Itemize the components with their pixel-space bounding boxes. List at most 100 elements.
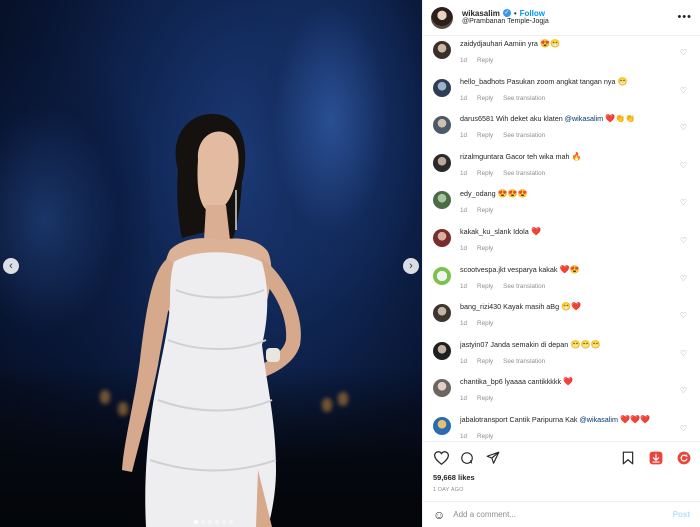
carousel-dot[interactable] (201, 520, 205, 524)
reply-button[interactable]: Reply (477, 320, 493, 327)
reply-button[interactable]: Reply (477, 433, 493, 440)
commenter-username[interactable]: scootvespa.jkt (460, 265, 506, 274)
commenter-avatar[interactable] (433, 191, 451, 210)
reply-button[interactable]: Reply (477, 283, 493, 290)
comment-time[interactable]: 1d (460, 358, 467, 365)
commenter-avatar[interactable] (433, 229, 451, 247)
commenter-avatar[interactable] (433, 417, 451, 435)
post-time[interactable]: 1 DAY AGO (423, 485, 700, 501)
post-photo[interactable]: ‹ › (0, 0, 422, 527)
post-comment-button[interactable]: Post (673, 510, 690, 519)
comment-time[interactable]: 1d (460, 57, 467, 64)
carousel-dot[interactable] (194, 520, 198, 524)
commenter-avatar[interactable] (433, 379, 451, 398)
comment-body: hello_badhots Pasukan zoom angkat tangan… (460, 77, 691, 111)
comment-like-heart-icon[interactable]: ♡ (680, 48, 687, 57)
comment-time[interactable]: 1d (460, 245, 467, 252)
comment-time[interactable]: 1d (460, 95, 467, 102)
comment-time[interactable]: 1d (460, 433, 467, 440)
comment-like-heart-icon[interactable]: ♡ (680, 198, 687, 207)
comment-input[interactable]: Add a comment... (453, 510, 672, 519)
commenter-avatar[interactable] (433, 304, 451, 323)
commenter-username[interactable]: jastyin07 (460, 340, 488, 349)
more-horizontal-icon[interactable]: ••• (677, 11, 692, 23)
follow-button[interactable]: Follow (520, 9, 545, 18)
comment-like-heart-icon[interactable]: ♡ (680, 236, 687, 245)
comment-text: Cantik Paripurna Kak (507, 415, 578, 424)
see-translation-button[interactable]: See translation (503, 95, 545, 102)
carousel-dot[interactable] (208, 520, 212, 524)
commenter-avatar[interactable] (433, 78, 451, 97)
carousel-dot[interactable] (215, 520, 219, 524)
post-location[interactable]: @Prambanan Temple-Jogja (462, 18, 549, 26)
commenter-username[interactable]: zaidydjauhari (460, 39, 502, 48)
see-translation-button[interactable]: See translation (503, 132, 545, 139)
carousel-prev-button[interactable]: ‹ (3, 258, 19, 274)
comment-emoji: ❤️ (528, 227, 541, 236)
save-button[interactable] (620, 450, 636, 466)
comment-time[interactable]: 1d (460, 132, 467, 139)
comment-time[interactable]: 1d (460, 395, 467, 402)
comment-like-heart-icon[interactable]: ♡ (680, 161, 687, 170)
reply-button[interactable]: Reply (477, 170, 493, 177)
comment-like-heart-icon[interactable]: ♡ (680, 86, 687, 95)
comment-button[interactable] (459, 450, 475, 466)
commenter-username[interactable]: edy_odang (460, 189, 496, 198)
commenter-avatar[interactable] (433, 153, 451, 172)
share-button[interactable] (485, 450, 501, 466)
comment-text-line: rizalmguntara Gacor teh wika mah 🔥 (460, 152, 691, 162)
comment-like-heart-icon[interactable]: ♡ (680, 424, 687, 433)
carousel-dot[interactable] (229, 520, 233, 524)
comment-emoji: 😁 (615, 76, 628, 86)
reply-button[interactable]: Reply (477, 57, 493, 64)
commenter-username[interactable]: rizalmguntara (460, 152, 504, 161)
carousel-next-button[interactable]: › (403, 258, 419, 274)
comment-time[interactable]: 1d (460, 207, 467, 214)
comment-time[interactable]: 1d (460, 170, 467, 177)
download-button[interactable] (648, 450, 664, 466)
author-avatar[interactable] (431, 6, 453, 29)
see-translation-button[interactable]: See translation (503, 283, 545, 290)
commenter-avatar[interactable] (433, 341, 451, 360)
commenter-username[interactable]: hello_badhots (460, 77, 505, 86)
see-translation-button[interactable]: See translation (503, 358, 545, 365)
commenter-username[interactable]: jabalotransport (460, 415, 508, 424)
comment-meta: 1d Reply See translation (460, 358, 691, 365)
add-comment-bar: ☺ Add a comment... Post (423, 501, 700, 527)
commenter-avatar[interactable] (433, 266, 451, 285)
comment-like-heart-icon[interactable]: ♡ (680, 311, 687, 320)
like-button[interactable] (433, 450, 449, 466)
comment-mention[interactable]: @wikasalim (577, 415, 617, 424)
see-translation-button[interactable]: See translation (503, 170, 545, 177)
reply-button[interactable]: Reply (477, 358, 493, 365)
comment-mention[interactable]: @wikasalim (563, 114, 603, 123)
comment-body: bang_rizi430 Kayak masih aBg 😁❤️ 1d Reply (460, 302, 691, 336)
likes-count[interactable]: 59,668 likes (423, 473, 700, 485)
commenter-username[interactable]: chantika_bp6 (460, 377, 503, 386)
comment-time[interactable]: 1d (460, 283, 467, 290)
chevron-left-icon: ‹ (9, 259, 13, 272)
reply-button[interactable]: Reply (477, 95, 493, 102)
reply-button[interactable]: Reply (477, 207, 493, 214)
comment-meta: 1d Reply See translation (460, 132, 691, 139)
comment-like-heart-icon[interactable]: ♡ (680, 386, 687, 395)
commenter-username[interactable]: darus6581 (460, 114, 494, 123)
comment-like-heart-icon[interactable]: ♡ (680, 349, 687, 358)
commenter-username[interactable]: bang_rizi430 (460, 302, 501, 311)
comment-like-heart-icon[interactable]: ♡ (680, 123, 687, 132)
commenter-username[interactable]: kakak_ku_slank (460, 227, 511, 236)
commenter-avatar[interactable] (433, 41, 451, 59)
comments-list[interactable]: zaidydjauhari Aamiin yra 😍😁 1d Reply ♡ hello… (423, 36, 700, 441)
comment-time[interactable]: 1d (460, 320, 467, 327)
author-username[interactable]: wikasalim (462, 9, 500, 18)
comment-body: rizalmguntara Gacor teh wika mah 🔥 1d Repl… (460, 152, 691, 186)
reply-button[interactable]: Reply (477, 395, 493, 402)
emoji-icon[interactable]: ☺ (433, 508, 445, 522)
commenter-avatar[interactable] (433, 116, 451, 135)
extra-button[interactable] (676, 450, 692, 466)
reply-button[interactable]: Reply (477, 132, 493, 139)
comment-text-line: hello_badhots Pasukan zoom angkat tangan… (460, 77, 691, 87)
reply-button[interactable]: Reply (477, 245, 493, 252)
carousel-dot[interactable] (222, 520, 226, 524)
comment-like-heart-icon[interactable]: ♡ (680, 274, 687, 283)
